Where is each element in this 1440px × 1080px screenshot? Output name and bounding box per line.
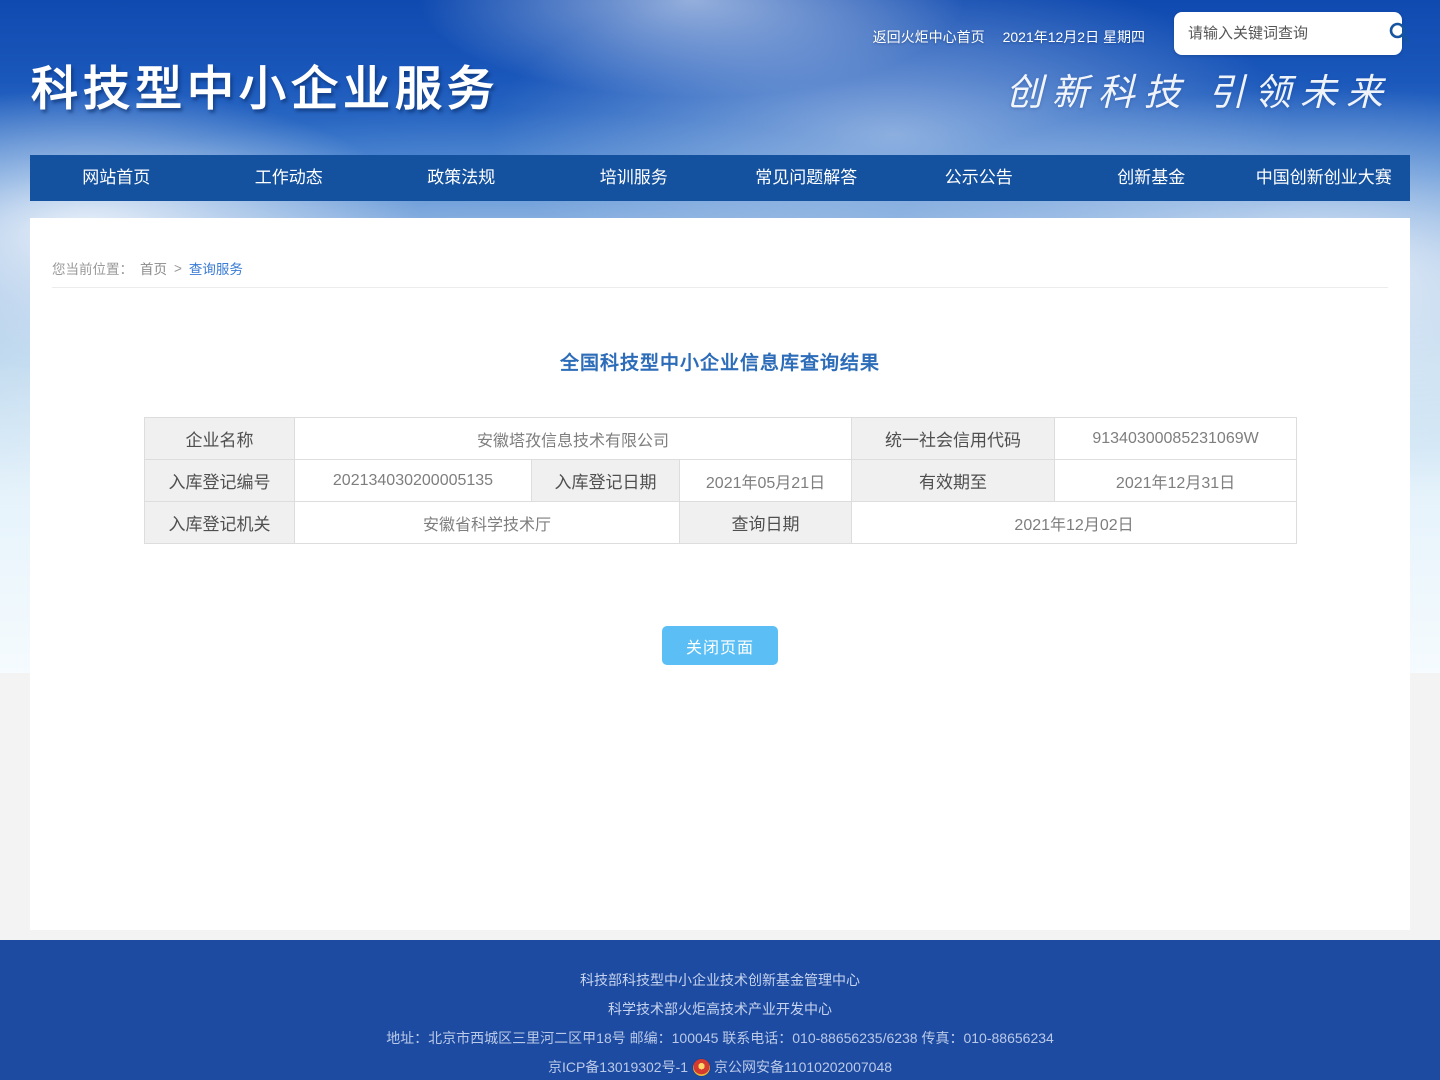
breadcrumb-separator: > — [174, 261, 182, 276]
breadcrumb-current-link[interactable]: 查询服务 — [189, 258, 243, 278]
nav-item-training[interactable]: 培训服务 — [548, 155, 721, 201]
table-row: 入库登记机关 安徽省科学技术厅 查询日期 2021年12月02日 — [145, 502, 1297, 544]
police-registration-link[interactable]: 京公网安备11010202007048 — [693, 1053, 892, 1080]
nav-item-faq[interactable]: 常见问题解答 — [720, 155, 893, 201]
cell-query-date-value: 2021年12月02日 — [852, 502, 1297, 544]
nav-item-innovation-fund[interactable]: 创新基金 — [1065, 155, 1238, 201]
result-table: 企业名称 安徽塔孜信息技术有限公司 统一社会信用代码 9134030008523… — [144, 417, 1297, 544]
current-date-text: 2021年12月2日 星期四 — [1003, 27, 1145, 47]
cell-reg-date-label: 入库登记日期 — [532, 460, 680, 502]
cell-reg-authority-value: 安徽省科学技术厅 — [295, 502, 680, 544]
cell-reg-number-value: 202134030200005135 — [295, 460, 532, 502]
cell-reg-number-label: 入库登记编号 — [145, 460, 295, 502]
cell-company-name-label: 企业名称 — [145, 418, 295, 460]
nav-item-work-news[interactable]: 工作动态 — [203, 155, 376, 201]
search-input[interactable] — [1188, 25, 1387, 42]
table-row: 企业名称 安徽塔孜信息技术有限公司 统一社会信用代码 9134030008523… — [145, 418, 1297, 460]
nav-item-home[interactable]: 网站首页 — [30, 155, 203, 201]
table-row: 入库登记编号 202134030200005135 入库登记日期 2021年05… — [145, 460, 1297, 502]
breadcrumb-home-link[interactable]: 首页 — [140, 258, 167, 278]
footer-line-management-center: 科技部科技型中小企业技术创新基金管理中心 — [0, 966, 1440, 995]
cell-credit-code-label: 统一社会信用代码 — [852, 418, 1055, 460]
cell-reg-authority-label: 入库登记机关 — [145, 502, 295, 544]
footer: 科技部科技型中小企业技术创新基金管理中心 科学技术部火炬高技术产业开发中心 地址… — [0, 940, 1440, 1080]
police-badge-icon — [693, 1059, 710, 1076]
site-slogan: 创新科技 引领未来 — [1006, 62, 1392, 116]
search-icon — [1387, 20, 1411, 47]
cell-valid-until-label: 有效期至 — [852, 460, 1055, 502]
icp-license-link[interactable]: 京ICP备13019302号-1 — [548, 1053, 688, 1080]
search-box — [1174, 12, 1402, 55]
cell-reg-date-value: 2021年05月21日 — [680, 460, 852, 502]
close-page-button[interactable]: 关闭页面 — [662, 626, 778, 665]
footer-line-registration: 京ICP备13019302号-1 京公网安备11010202007048 — [0, 1053, 1440, 1080]
breadcrumb-prefix: 您当前位置： — [52, 258, 133, 278]
cell-company-name-value: 安徽塔孜信息技术有限公司 — [295, 418, 852, 460]
cell-valid-until-value: 2021年12月31日 — [1055, 460, 1297, 502]
nav-item-announcements[interactable]: 公示公告 — [893, 155, 1066, 201]
police-registration-text: 京公网安备11010202007048 — [714, 1053, 892, 1080]
nav-item-innovation-contest[interactable]: 中国创新创业大赛 — [1238, 155, 1411, 201]
search-button[interactable] — [1387, 19, 1411, 49]
content-panel: 您当前位置： 首页 > 查询服务 全国科技型中小企业信息库查询结果 企业名称 安… — [30, 218, 1410, 930]
footer-line-address: 地址：北京市西城区三里河二区甲18号 邮编：100045 联系电话：010-88… — [0, 1024, 1440, 1053]
cell-query-date-label: 查询日期 — [680, 502, 852, 544]
nav-item-policies[interactable]: 政策法规 — [375, 155, 548, 201]
breadcrumb: 您当前位置： 首页 > 查询服务 — [52, 258, 243, 278]
return-torch-home-link[interactable]: 返回火炬中心首页 — [873, 27, 985, 47]
result-title: 全国科技型中小企业信息库查询结果 — [30, 348, 1410, 375]
page: 返回火炬中心首页 2021年12月2日 星期四 科技型中小企业服务 创新科技 引… — [0, 0, 1440, 1080]
top-utility-bar: 返回火炬中心首页 2021年12月2日 星期四 — [873, 27, 1145, 47]
breadcrumb-divider — [52, 287, 1388, 288]
site-logo: 科技型中小企业服务 — [31, 50, 499, 119]
main-navigation: 网站首页 工作动态 政策法规 培训服务 常见问题解答 公示公告 创新基金 中国创… — [30, 155, 1410, 201]
footer-line-torch-center: 科学技术部火炬高技术产业开发中心 — [0, 995, 1440, 1024]
cell-credit-code-value: 91340300085231069W — [1055, 418, 1297, 460]
